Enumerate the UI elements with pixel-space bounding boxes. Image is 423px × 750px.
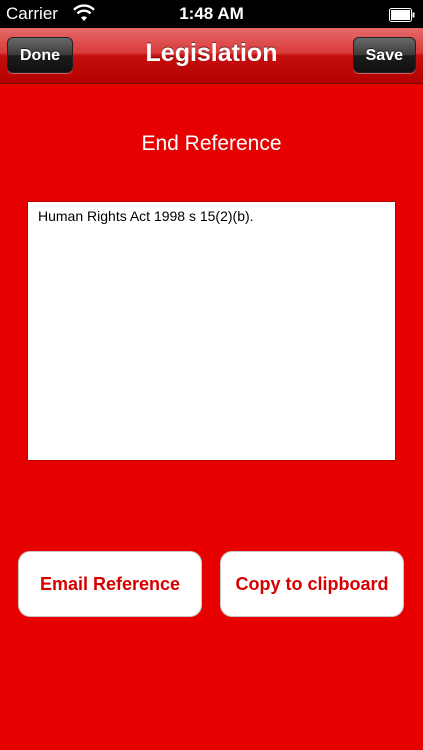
reference-text-area[interactable]: Human Rights Act 1998 s 15(2)(b). xyxy=(27,201,396,461)
status-time: 1:48 AM xyxy=(179,4,244,23)
navigation-bar: Done Legislation Save xyxy=(0,28,423,84)
email-reference-button[interactable]: Email Reference xyxy=(18,551,202,617)
end-reference-heading: End Reference xyxy=(141,132,282,155)
status-bar: Carrier 1:48 AM xyxy=(0,0,423,28)
save-button[interactable]: Save xyxy=(352,37,416,73)
battery-icon xyxy=(389,7,415,22)
copy-to-clipboard-button[interactable]: Copy to clipboard xyxy=(220,551,404,617)
